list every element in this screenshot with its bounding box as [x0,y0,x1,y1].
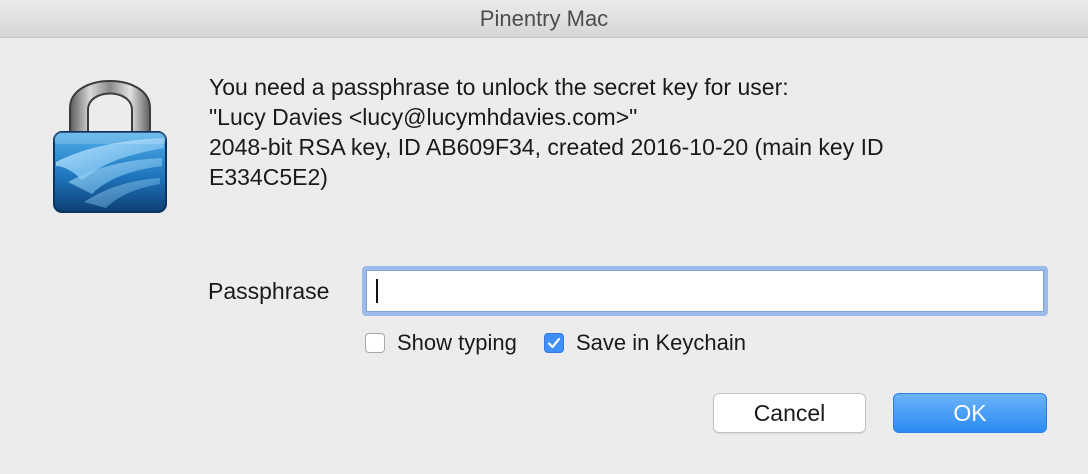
text-caret [376,279,378,303]
pinentry-dialog: Pinentry Mac You need a passphrase to un… [0,0,1088,474]
message-line-3: 2048-bit RSA key, ID AB609F34, created 2… [209,134,884,160]
message-line-4: E334C5E2) [209,164,328,190]
save-keychain-option[interactable]: Save in Keychain [544,330,746,356]
cancel-button[interactable]: Cancel [713,393,866,433]
passphrase-input[interactable] [366,270,1044,312]
passphrase-field-focus-ring [362,266,1048,316]
padlock-icon [53,80,167,213]
save-keychain-label: Save in Keychain [576,330,746,355]
show-typing-label: Show typing [397,330,517,355]
show-typing-option[interactable]: Show typing [365,330,517,356]
save-keychain-checkbox[interactable] [544,333,564,353]
message-text: You need a passphrase to unlock the secr… [209,72,1069,192]
passphrase-label: Passphrase [208,278,330,304]
message-line-2: "Lucy Davies <lucy@lucymhdavies.com>" [209,104,638,130]
window-title: Pinentry Mac [0,0,1088,38]
message-line-1: You need a passphrase to unlock the secr… [209,74,789,100]
show-typing-checkbox[interactable] [365,333,385,353]
checkmark-icon [547,337,561,349]
ok-button[interactable]: OK [893,393,1047,433]
